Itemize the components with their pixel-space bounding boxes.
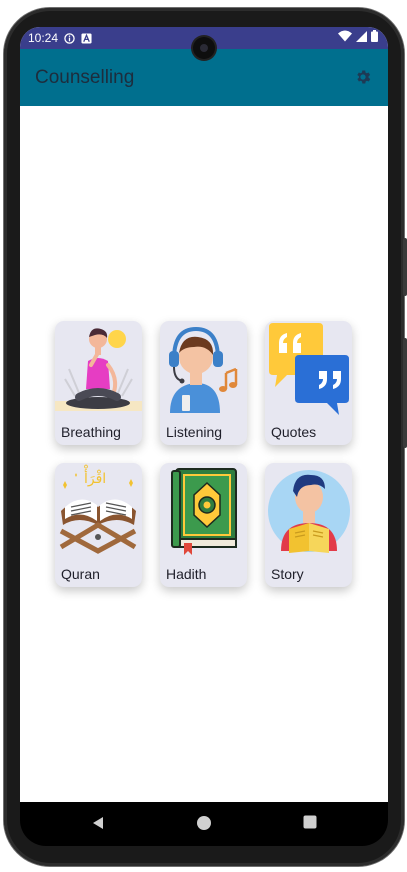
open-quran-illustration: اقْرَأْ	[59, 465, 137, 554]
back-icon[interactable]	[90, 815, 106, 831]
card-label: Hadith	[166, 566, 207, 582]
gear-icon[interactable]	[354, 68, 372, 86]
home-icon[interactable]	[196, 815, 212, 831]
quran-card[interactable]: اقْرَأْ Quran	[55, 463, 142, 587]
status-time: 10:24	[28, 31, 59, 45]
card-label: Quotes	[271, 424, 317, 440]
volume-button	[403, 338, 407, 448]
listening-card[interactable]: Listening	[160, 321, 247, 445]
a-notification-icon	[81, 32, 92, 44]
hadith-book-illustration	[171, 468, 237, 555]
app-title: Counselling	[35, 67, 135, 88]
quote-bubbles-illustration	[269, 323, 349, 415]
wifi-icon	[338, 30, 352, 42]
card-label: Breathing	[61, 424, 121, 440]
front-camera	[193, 37, 215, 59]
svg-text:اقْرَأْ: اقْرَأْ	[83, 465, 106, 487]
headphones-listener-illustration	[169, 326, 238, 413]
meditation-illustration	[55, 328, 142, 411]
battery-icon	[371, 30, 378, 42]
navigation-bar	[20, 802, 388, 846]
power-button	[403, 238, 407, 296]
breathing-card[interactable]: Breathing	[55, 321, 142, 445]
app-screen: 10:24 Counselling Breathing Listening Qu…	[20, 27, 388, 802]
info-icon	[64, 32, 75, 44]
hadith-card[interactable]: Hadith	[160, 463, 247, 587]
card-label: Quran	[61, 566, 100, 582]
card-label: Story	[271, 566, 304, 582]
story-card[interactable]: Story	[265, 463, 352, 587]
quotes-card[interactable]: Quotes	[265, 321, 352, 445]
reading-person-illustration	[268, 470, 350, 553]
recents-icon[interactable]	[303, 815, 317, 829]
signal-icon	[356, 30, 367, 42]
card-label: Listening	[166, 424, 223, 440]
